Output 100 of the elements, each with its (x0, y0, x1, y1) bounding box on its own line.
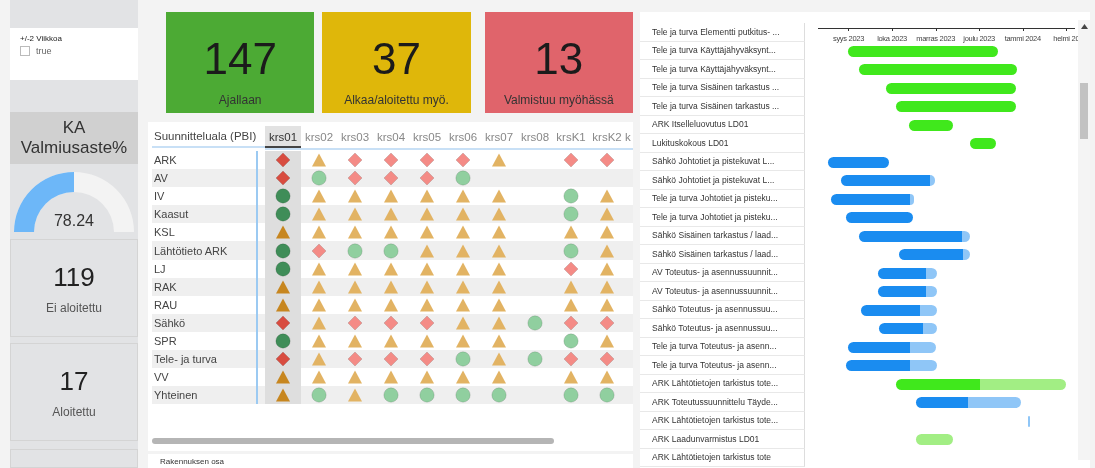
triangle-icon (563, 224, 579, 241)
task-label: Lukituskokous LD01 (640, 134, 805, 153)
task-label: Tele ja turva Elementti putkitus- ... (640, 23, 805, 42)
triangle-icon (383, 260, 399, 277)
task-label: Tele ja turva Käyttäjähyväksynt... (640, 41, 805, 60)
circle-icon (311, 170, 327, 187)
gantt-bar (970, 138, 997, 149)
column-header[interactable]: k (625, 126, 633, 150)
column-header[interactable]: krs03 (337, 126, 373, 150)
column-header[interactable]: krsK1 (553, 126, 589, 150)
triangle-icon (455, 206, 471, 223)
triangle-icon (563, 296, 579, 313)
triangle-icon (491, 206, 507, 223)
task-label: Sähkö Sisäinen tarkastus / laad... (640, 226, 805, 245)
triangle-icon (275, 278, 291, 295)
gantt-bar (1028, 415, 1031, 427)
triangle-icon (599, 333, 615, 349)
task-label: Sähkö Sisäinen tarkastus / laad... (640, 245, 805, 264)
column-header[interactable]: krs06 (445, 126, 481, 150)
diamond-icon (419, 152, 435, 169)
diamond-icon (347, 170, 363, 187)
triangle-icon (383, 296, 399, 313)
triangle-icon (347, 188, 363, 205)
triangle-icon (599, 369, 615, 386)
scrollbar[interactable] (1078, 20, 1090, 460)
triangle-icon (455, 260, 471, 277)
triangle-icon (347, 278, 363, 295)
diamond-icon (563, 260, 579, 277)
gantt-bar (916, 434, 953, 445)
circle-icon (527, 314, 543, 331)
task-label: Tele ja turva Sisäinen tarkastus ... (640, 78, 805, 97)
diamond-icon (563, 152, 579, 169)
triangle-icon (311, 314, 327, 331)
triangle-icon (347, 333, 363, 349)
diamond-icon (275, 314, 291, 331)
triangle-icon (599, 278, 615, 295)
triangle-icon (491, 260, 507, 277)
triangle-icon (419, 260, 435, 277)
task-label: Sähkö Johtotiet ja pistekuvat L... (640, 152, 805, 171)
checkbox-label[interactable]: true (36, 46, 52, 56)
triangle-icon (311, 369, 327, 386)
kpi-value: 13 (534, 37, 584, 81)
diamond-icon (599, 351, 615, 368)
column-header[interactable]: krs04 (373, 126, 409, 150)
circle-icon (563, 206, 579, 223)
task-label: Tele ja turva Toteutus- ja asenn... (640, 356, 805, 375)
triangle-icon (419, 296, 435, 313)
circle-icon (383, 242, 399, 259)
triangle-icon (599, 296, 615, 313)
triangle-icon (455, 188, 471, 205)
column-header[interactable]: krs08 (517, 126, 553, 150)
checkbox[interactable] (20, 46, 30, 56)
stat-value: 119 (53, 261, 95, 293)
column-header[interactable]: krs07 (481, 126, 517, 150)
column-header[interactable]: krs05 (409, 126, 445, 150)
diamond-icon (599, 314, 615, 331)
gantt-bar (827, 156, 890, 168)
circle-icon (527, 351, 543, 368)
column-header[interactable]: krs02 (301, 126, 337, 150)
task-label: Tele ja turva Käyttäjähyväksynt... (640, 60, 805, 79)
circle-icon (311, 387, 327, 404)
triangle-icon (347, 206, 363, 223)
task-label: Tele ja turva Toteutus- ja asenn... (640, 337, 805, 356)
task-label: Sähkö Toteutus- ja asennussuu... (640, 300, 805, 319)
circle-icon (275, 242, 291, 259)
triangle-icon (599, 188, 615, 205)
diamond-icon (275, 170, 291, 187)
triangle-icon (599, 206, 615, 223)
kpi-value: 147 (203, 37, 277, 81)
triangle-icon (383, 188, 399, 205)
task-label: Tele ja turva Sisäinen tarkastus ... (640, 97, 805, 116)
gantt-bar (908, 119, 953, 131)
column-header[interactable]: krs01 (265, 126, 301, 150)
scrollbar[interactable] (152, 438, 554, 444)
triangle-icon (419, 224, 435, 241)
triangle-icon (491, 314, 507, 331)
triangle-icon (455, 333, 471, 349)
triangle-icon (419, 278, 435, 295)
kpi-label: Alkaa/aloitettu myö. (344, 93, 449, 107)
scroll-up-icon[interactable] (1080, 24, 1088, 29)
gantt-bar (916, 397, 969, 408)
triangle-icon (455, 224, 471, 241)
triangle-icon (311, 278, 327, 295)
scrollbar-thumb[interactable] (1080, 83, 1088, 139)
gantt-bar (846, 212, 913, 223)
task-label: Tele ja turva Johtotiet ja pisteku... (640, 208, 805, 227)
diamond-icon (347, 152, 363, 169)
triangle-icon (491, 296, 507, 313)
triangle-icon (491, 152, 507, 169)
gauge-value: 78.24 (52, 212, 95, 230)
triangle-icon (491, 224, 507, 241)
circle-icon (455, 170, 471, 187)
triangle-icon (383, 206, 399, 223)
circle-icon (275, 333, 291, 349)
task-label: ARK Itselleluovutus LD01 (640, 115, 805, 134)
column-header[interactable]: krsK2 (589, 126, 625, 150)
triangle-icon (455, 314, 471, 331)
task-label: ARK Lähtötietojen tarkistus tote... (640, 411, 805, 430)
circle-icon (491, 387, 507, 404)
circle-icon (455, 387, 471, 404)
